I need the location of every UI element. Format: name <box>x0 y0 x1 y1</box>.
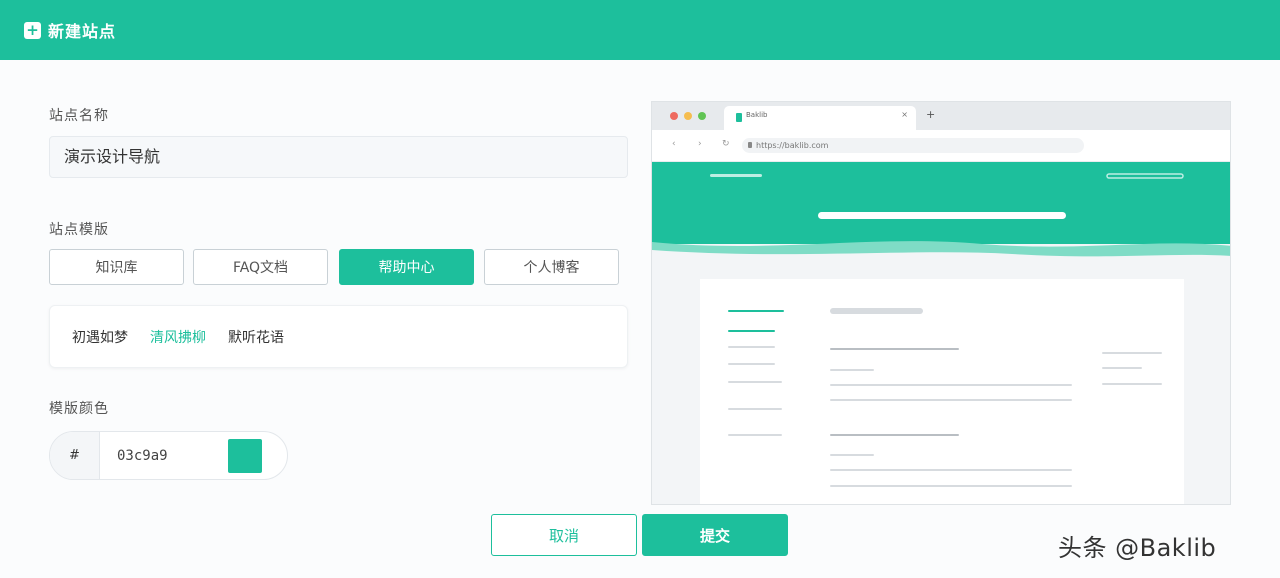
browser-urlbar: ‹ › ↻ https://baklib.com <box>652 130 1230 162</box>
url-field: https://baklib.com <box>742 138 1084 153</box>
template-option-faq[interactable]: FAQ文档 <box>193 249 328 285</box>
preview-text-line <box>830 469 1072 471</box>
modal-title: 新建站点 <box>48 22 117 41</box>
preview-nav-item <box>728 363 775 365</box>
modal-header: + 新建站点 <box>0 0 1280 60</box>
tab-title: Baklib <box>746 111 768 119</box>
template-label: 站点模版 <box>49 222 109 238</box>
color-swatch[interactable] <box>228 438 262 473</box>
preview-subheading <box>830 348 959 350</box>
baklib-logo-icon <box>736 113 742 122</box>
color-field[interactable]: # 03c9a9 <box>49 431 288 480</box>
reload-icon: ↻ <box>722 139 730 149</box>
template-option-knowledge-base[interactable]: 知识库 <box>49 249 184 285</box>
preview-nav-item <box>728 381 782 383</box>
maximize-dot <box>698 112 706 120</box>
preview-text-line <box>830 399 1072 401</box>
submit-button[interactable]: 提交 <box>642 514 788 556</box>
theme-option-1[interactable]: 初遇如梦 <box>72 327 128 347</box>
preview-heading <box>830 308 923 314</box>
color-hex-input[interactable]: 03c9a9 <box>117 448 227 464</box>
plus-square-icon: + <box>24 21 41 39</box>
lock-icon <box>748 142 752 148</box>
preview-toc-line <box>1102 367 1142 369</box>
preview-hero <box>652 162 1230 262</box>
watermark: 头条 @Baklib <box>1058 534 1217 562</box>
preview-text-line <box>830 485 1072 487</box>
preview-toc-line <box>1102 352 1162 354</box>
preview-nav-item <box>728 330 775 332</box>
preview-nav-item <box>728 408 782 410</box>
preview-content-card <box>700 279 1184 504</box>
hash-prefix: # <box>50 432 100 479</box>
preview-toc-line <box>1102 383 1162 385</box>
minimize-dot <box>684 112 692 120</box>
preview-nav-item <box>728 346 775 348</box>
url-text: https://baklib.com <box>756 141 829 150</box>
preview-nav-item <box>728 434 782 436</box>
forward-icon: › <box>698 139 702 149</box>
template-option-blog[interactable]: 个人博客 <box>484 249 619 285</box>
preview-text-line <box>830 454 874 456</box>
preview-subheading <box>830 434 959 436</box>
new-tab-icon: + <box>926 108 936 121</box>
theme-option-3[interactable]: 默听花语 <box>228 327 284 347</box>
preview-text-line <box>830 384 1072 386</box>
close-dot <box>670 112 678 120</box>
cancel-button[interactable]: 取消 <box>491 514 637 556</box>
template-preview: Baklib × + ‹ › ↻ https://baklib.com <box>651 101 1231 505</box>
site-name-label: 站点名称 <box>49 108 109 124</box>
close-icon: × <box>901 110 908 119</box>
back-icon: ‹ <box>672 139 676 149</box>
site-name-input[interactable]: 演示设计导航 <box>49 136 628 178</box>
theme-option-2[interactable]: 清风拂柳 <box>150 327 206 347</box>
preview-text-line <box>830 369 874 371</box>
template-option-help-center[interactable]: 帮助中心 <box>339 249 474 285</box>
browser-tabbar: Baklib × + <box>652 102 1230 130</box>
preview-nav-active <box>728 310 784 312</box>
browser-tab: Baklib × <box>724 106 916 130</box>
theme-selector: 初遇如梦 清风拂柳 默听花语 <box>49 305 628 368</box>
color-label: 模版颜色 <box>49 401 109 417</box>
